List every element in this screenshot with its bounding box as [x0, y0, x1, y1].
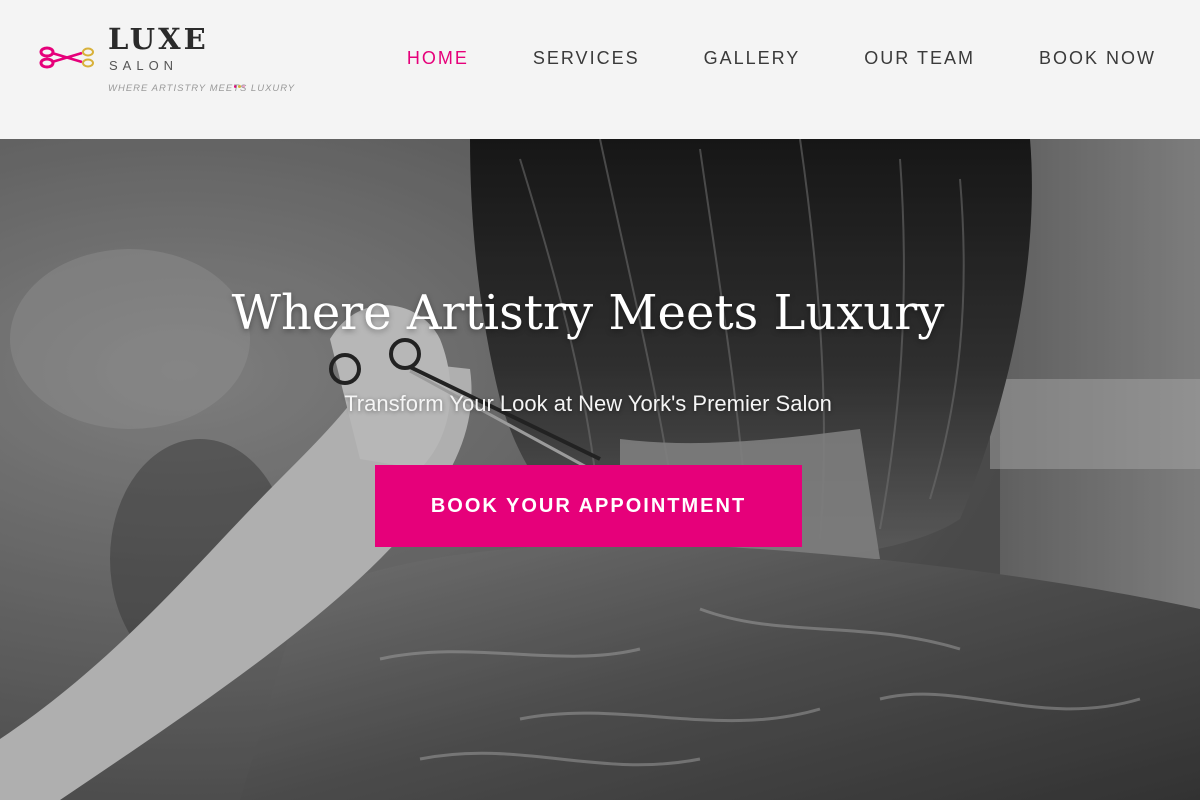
site-header: LUXE SALON WHERE ARTISTRY MEETS LUXURY H…: [0, 0, 1200, 139]
nav-item-book-now[interactable]: BOOK NOW: [1039, 48, 1156, 69]
brand-tagline: WHERE ARTISTRY MEETS LUXURY: [108, 83, 296, 94]
scissors-icon: [39, 46, 94, 69]
brand-dots-decoration: [234, 75, 250, 88]
nav-item-gallery[interactable]: GALLERY: [704, 48, 801, 69]
hero-section: Where Artistry Meets Luxury Transform Yo…: [0, 139, 1200, 800]
brand-logo[interactable]: LUXE SALON WHERE ARTISTRY MEETS LUXURY: [38, 22, 308, 102]
hero-subtitle: Transform Your Look at New York's Premie…: [344, 391, 832, 416]
hero-title: Where Artistry Meets Luxury: [231, 285, 945, 341]
main-nav: HOME SERVICES GALLERY OUR TEAM BOOK NOW: [343, 48, 1156, 69]
brand-name: LUXE: [108, 22, 209, 56]
nav-item-our-team[interactable]: OUR TEAM: [864, 48, 975, 69]
brand-subtitle: SALON: [109, 58, 179, 73]
nav-item-services[interactable]: SERVICES: [533, 48, 640, 69]
nav-item-home[interactable]: HOME: [407, 48, 469, 69]
book-appointment-button[interactable]: BOOK YOUR APPOINTMENT: [375, 465, 802, 547]
